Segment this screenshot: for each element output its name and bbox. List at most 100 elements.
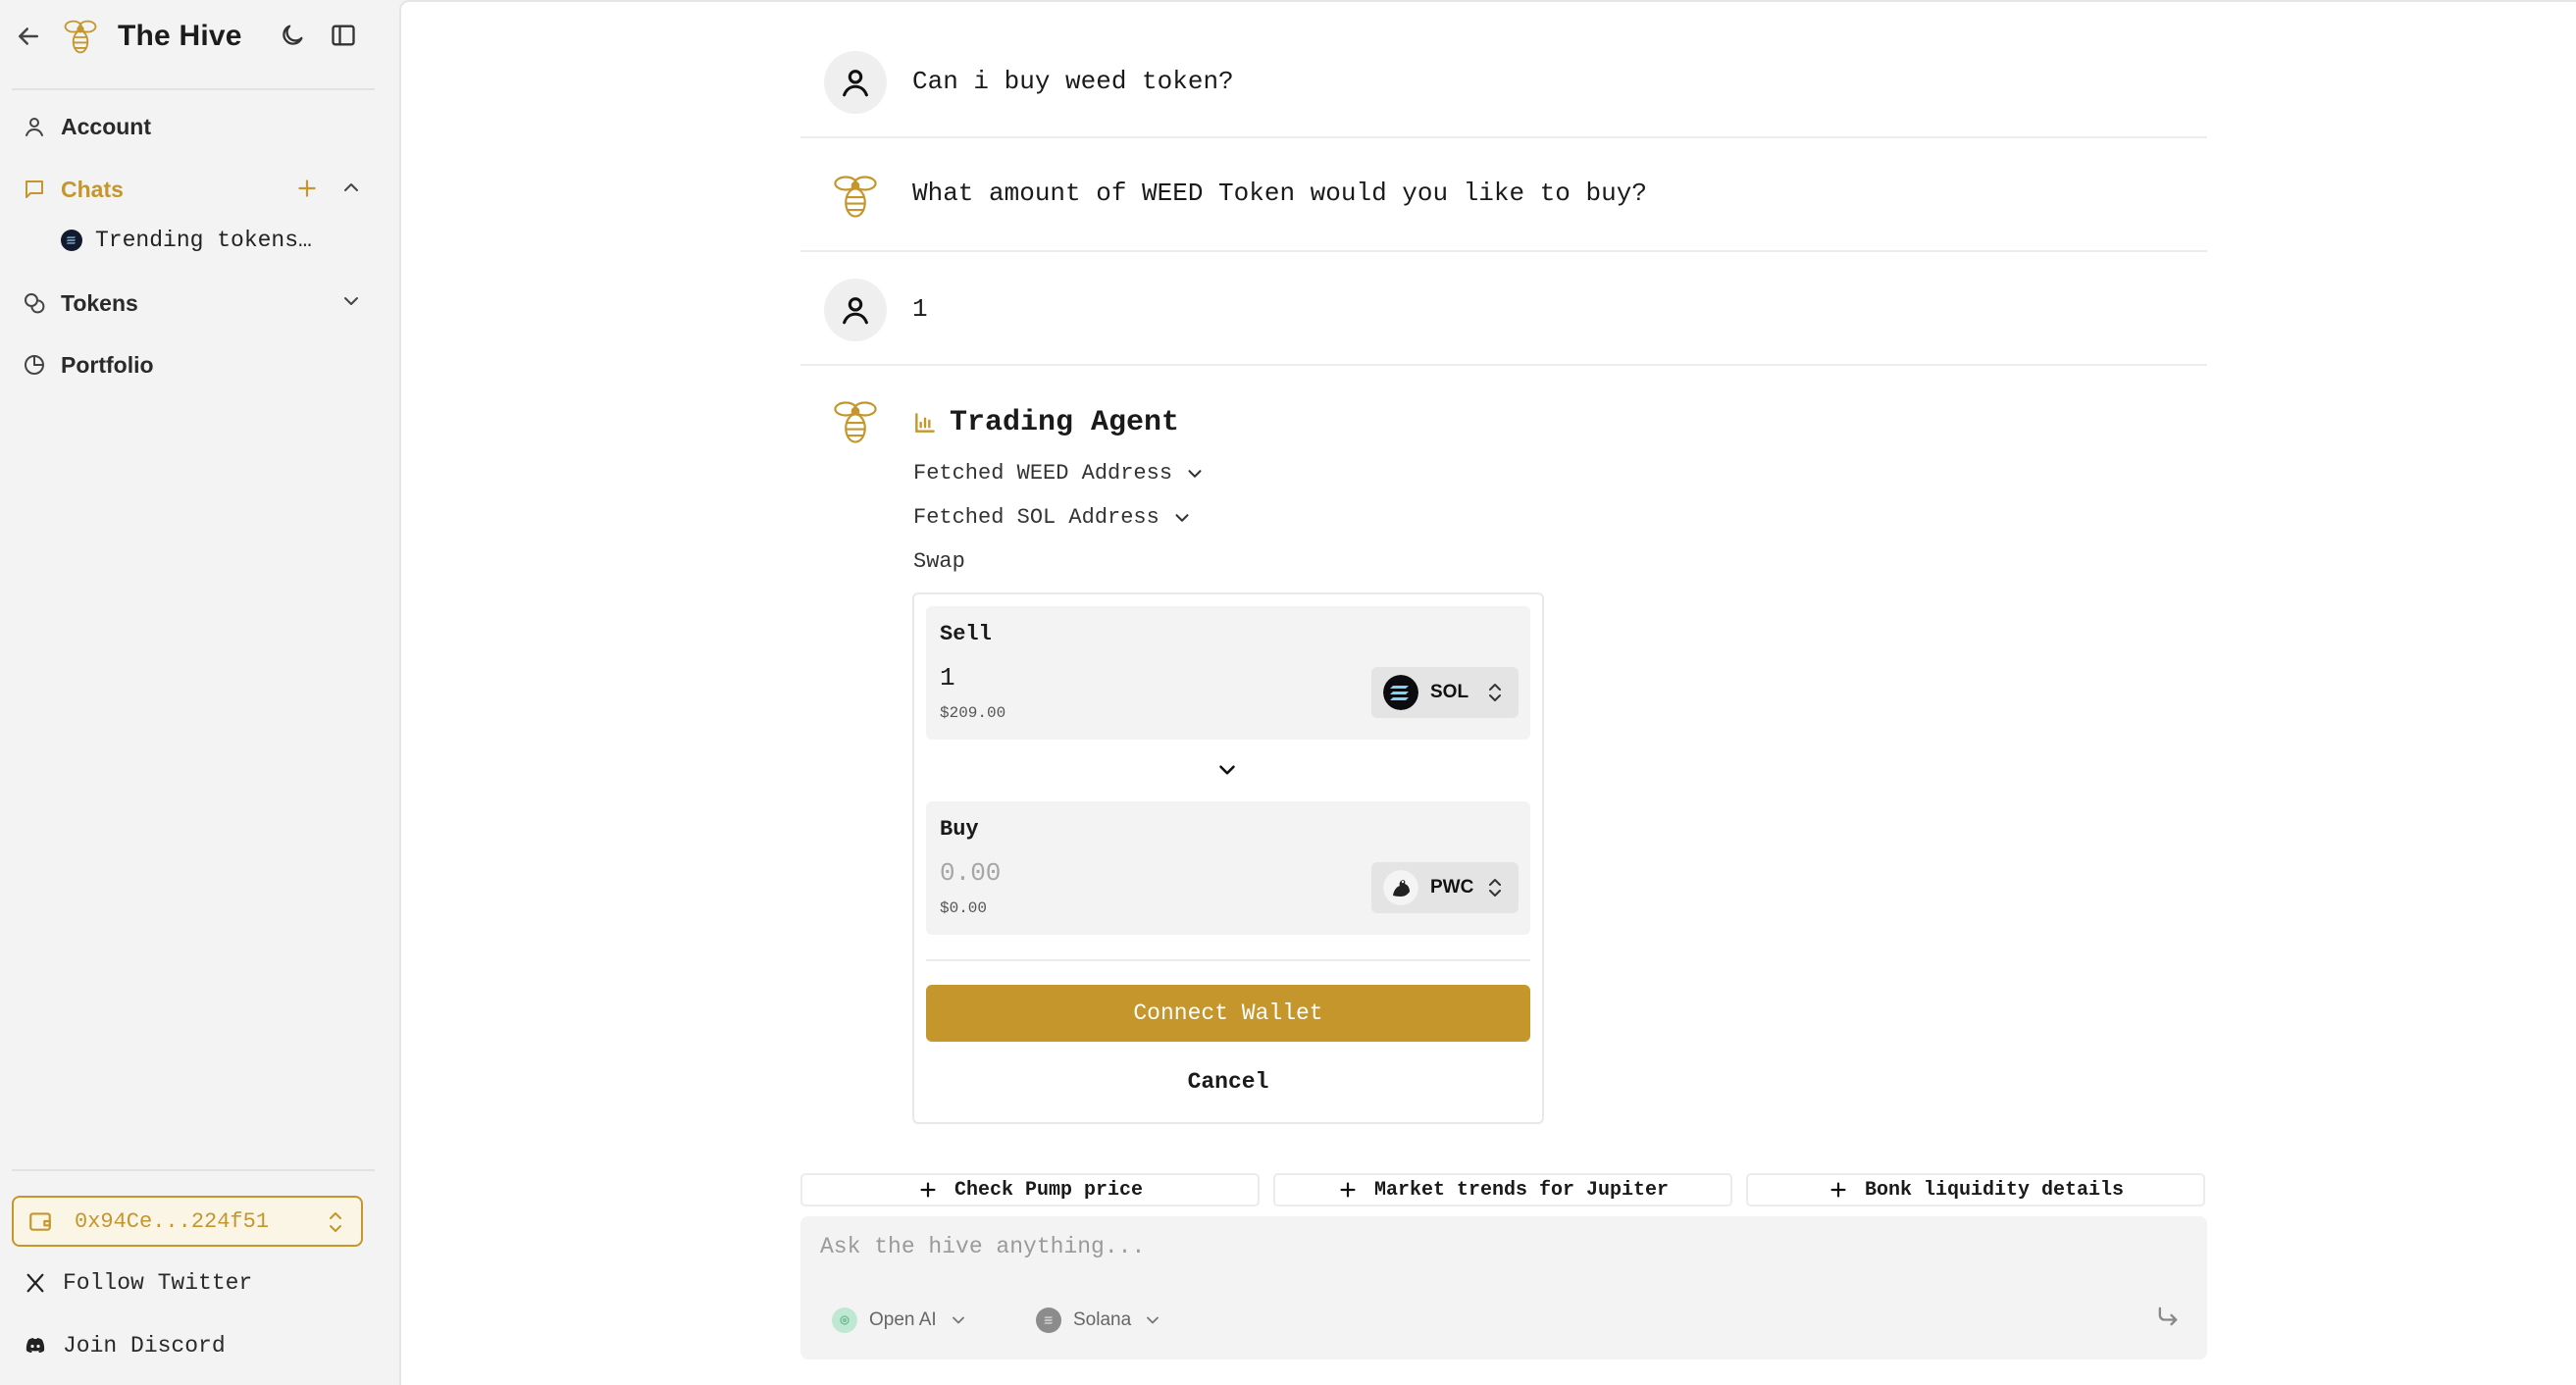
sidebar-item-tokens[interactable]: Tokens — [20, 283, 373, 323]
message-divider — [800, 364, 2207, 366]
sidebar-item-account[interactable]: Account — [20, 107, 373, 146]
sell-amount-input[interactable]: 1 — [940, 663, 955, 692]
model-select[interactable]: Open AI — [832, 1305, 968, 1336]
chain-select-label: Solana — [1073, 1309, 1132, 1330]
chat-message-assistant: What amount of WEED Token would you like… — [800, 157, 2207, 235]
swap-divider — [926, 959, 1530, 961]
sidebar-divider — [12, 1169, 375, 1171]
sell-panel: Sell 1 $209.00 SOL — [926, 606, 1530, 740]
swap-direction-chevron-icon[interactable] — [1214, 757, 1240, 783]
plus-icon — [917, 1179, 939, 1201]
wallet-icon — [27, 1208, 53, 1234]
suggestion-label: Market trends for Jupiter — [1373, 1178, 1670, 1202]
message-text: 1 — [912, 294, 928, 324]
chevron-down-icon — [1184, 463, 1206, 485]
agent-title: Trading Agent — [950, 406, 1180, 439]
openai-icon — [832, 1308, 857, 1333]
chat-input-box[interactable]: Ask the hive anything... Open AI Solana — [800, 1216, 2207, 1359]
wallet-selector[interactable]: 0x94Ce...224f51 — [12, 1196, 363, 1247]
sidebar-item-portfolio[interactable]: Portfolio — [20, 345, 373, 385]
follow-twitter-label: Follow Twitter — [63, 1270, 253, 1296]
pie-chart-icon — [20, 350, 49, 380]
message-text: Can i buy weed token? — [912, 67, 1234, 96]
sidebar-item-label: Account — [61, 113, 151, 139]
sell-token-symbol: SOL — [1430, 682, 1469, 702]
message-text: What amount of WEED Token would you like… — [912, 179, 1647, 208]
agent-step-label: Fetched WEED Address — [913, 461, 1173, 486]
chain-select[interactable]: Solana — [1036, 1305, 1162, 1336]
chat-list-item-label: Trending tokens… — [95, 228, 312, 253]
sidebar-divider — [12, 88, 375, 90]
agent-header: Trading Agent — [912, 406, 1179, 439]
bee-avatar-icon — [830, 396, 881, 447]
swap-widget: Sell 1 $209.00 SOL Buy 0.00 $0.00 PWC Co… — [912, 592, 1544, 1124]
join-discord-label: Join Discord — [63, 1333, 226, 1359]
pwc-token-icon — [1383, 870, 1418, 905]
chat-bubble-icon — [20, 175, 49, 204]
suggestion-chip[interactable]: Check Pump price — [800, 1173, 1260, 1206]
chevron-up-down-icon — [324, 1209, 347, 1235]
plus-icon — [1828, 1179, 1849, 1201]
suggestion-label: Check Pump price — [953, 1178, 1144, 1202]
sidebar-item-label: Tokens — [61, 289, 138, 316]
follow-twitter-link[interactable]: Follow Twitter — [22, 1265, 252, 1301]
solana-icon — [1383, 675, 1418, 710]
app-title: The Hive — [118, 20, 242, 52]
user-avatar — [824, 51, 887, 114]
buy-token-symbol: PWC — [1430, 877, 1474, 898]
cancel-button[interactable]: Cancel — [926, 1053, 1530, 1110]
bee-logo-icon — [59, 18, 102, 57]
agent-step-label: Fetched SOL Address — [913, 505, 1159, 530]
sidebar-panel-icon[interactable] — [330, 22, 359, 51]
chat-message-user: 1 — [800, 271, 2207, 349]
arrow-left-icon[interactable] — [14, 22, 43, 51]
connect-wallet-button[interactable]: Connect Wallet — [926, 985, 1530, 1042]
buy-amount-input[interactable]: 0.00 — [940, 858, 1001, 888]
chevron-down-icon — [1143, 1310, 1162, 1330]
sidebar-item-chats[interactable]: Chats — [20, 170, 373, 209]
solana-icon — [61, 230, 82, 251]
sidebar-header: The Hive — [0, 0, 399, 77]
bee-avatar-icon — [830, 171, 881, 222]
chart-icon — [912, 410, 938, 436]
solana-icon — [1036, 1308, 1061, 1333]
message-divider — [800, 250, 2207, 252]
agent-step-sol[interactable]: Fetched SOL Address — [913, 505, 1193, 530]
discord-icon — [22, 1332, 49, 1359]
chevron-down-icon[interactable] — [339, 289, 367, 317]
chat-input-placeholder: Ask the hive anything... — [820, 1234, 1146, 1259]
user-avatar — [824, 279, 887, 341]
sidebar-item-label: Chats — [61, 176, 124, 202]
suggestion-chip[interactable]: Bonk liquidity details — [1746, 1173, 2205, 1206]
chat-list-item[interactable]: Trending tokens… — [61, 224, 312, 257]
user-icon — [20, 112, 49, 141]
moon-icon[interactable] — [279, 22, 308, 51]
x-logo-icon — [22, 1269, 49, 1297]
model-select-label: Open AI — [869, 1309, 937, 1330]
plus-icon — [1337, 1179, 1359, 1201]
buy-token-select[interactable]: PWC — [1371, 862, 1519, 913]
wallet-address: 0x94Ce...224f51 — [75, 1208, 270, 1234]
chevron-down-icon — [1171, 507, 1193, 529]
sidebar-item-label: Portfolio — [61, 351, 154, 378]
agent-step-weed[interactable]: Fetched WEED Address — [913, 461, 1206, 486]
chevron-down-icon — [949, 1310, 968, 1330]
chevron-up-down-icon — [1485, 681, 1505, 704]
send-icon[interactable] — [2154, 1303, 2184, 1332]
buy-label: Buy — [940, 817, 979, 842]
message-divider — [800, 136, 2207, 138]
suggestion-chip[interactable]: Market trends for Jupiter — [1273, 1173, 1732, 1206]
sell-token-select[interactable]: SOL — [1371, 667, 1519, 718]
buy-panel: Buy 0.00 $0.00 PWC — [926, 801, 1530, 935]
chevron-up-icon[interactable] — [339, 176, 367, 203]
swap-label: Swap — [913, 549, 965, 574]
suggestion-label: Bonk liquidity details — [1864, 1178, 2125, 1202]
chevron-up-down-icon — [1485, 876, 1505, 899]
chat-message-user: Can i buy weed token? — [800, 43, 2207, 122]
sell-usd-value: $209.00 — [940, 704, 1006, 722]
sell-label: Sell — [940, 622, 992, 646]
buy-usd-value: $0.00 — [940, 899, 988, 917]
plus-icon[interactable] — [294, 176, 322, 203]
join-discord-link[interactable]: Join Discord — [22, 1328, 226, 1363]
coins-icon — [20, 288, 49, 318]
